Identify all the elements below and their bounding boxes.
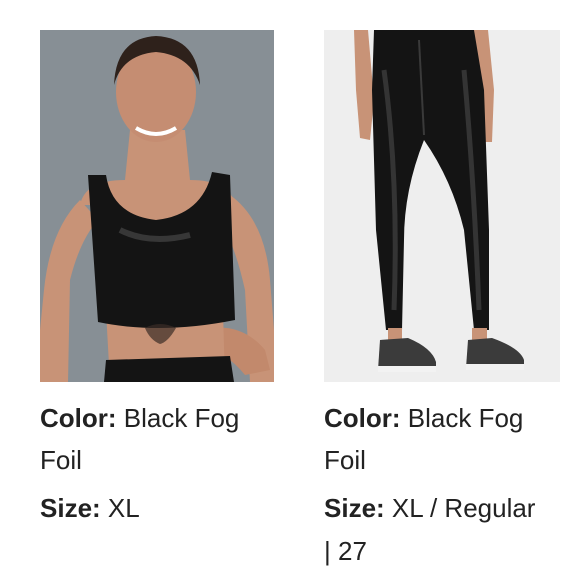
color-value-continued: Foil bbox=[40, 445, 82, 475]
color-line: Color: Black Fog bbox=[324, 403, 523, 433]
product-image-top[interactable] bbox=[40, 30, 274, 382]
color-value-continued: Foil bbox=[324, 445, 366, 475]
size-value: XL / Regular bbox=[384, 493, 536, 523]
product-image-leggings[interactable] bbox=[324, 30, 560, 382]
size-value: XL bbox=[100, 493, 140, 523]
color-label: Color: bbox=[40, 403, 117, 433]
size-label: Size: bbox=[324, 493, 385, 523]
size-line: Size: XL / Regular bbox=[324, 493, 535, 523]
size-value-continued: | 27 bbox=[324, 536, 367, 566]
color-value: Black Fog bbox=[116, 403, 240, 433]
color-value: Black Fog bbox=[400, 403, 524, 433]
crop-top-photo bbox=[40, 30, 274, 382]
leggings-photo bbox=[324, 30, 560, 382]
color-line: Color: Black Fog bbox=[40, 403, 239, 433]
size-label: Size: bbox=[40, 493, 101, 523]
size-line: Size: XL bbox=[40, 493, 140, 523]
color-label: Color: bbox=[324, 403, 401, 433]
